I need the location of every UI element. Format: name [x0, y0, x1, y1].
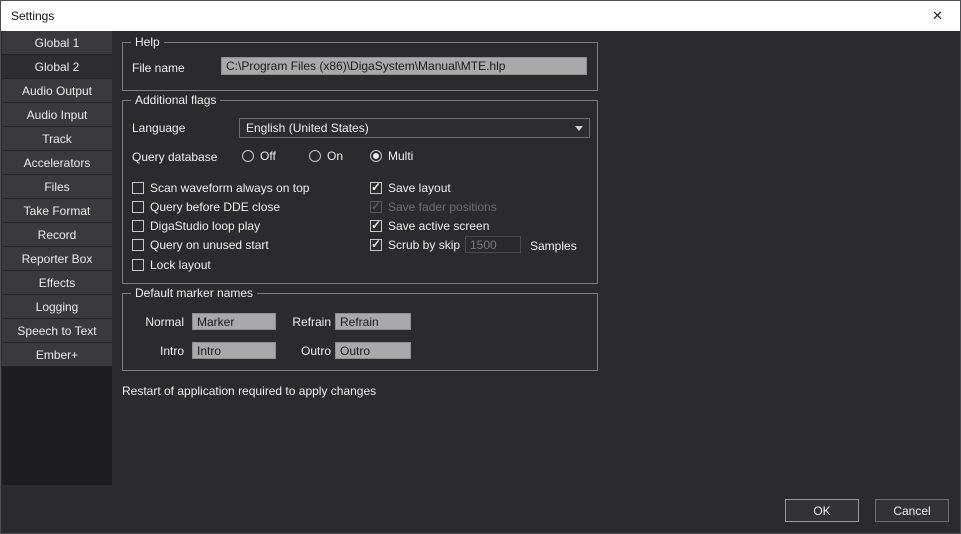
radio-query-on[interactable]: On [309, 149, 343, 163]
checkbox-label: Scrub by skip [388, 238, 460, 252]
checkbox-label: Save layout [388, 181, 451, 195]
additional-flags-legend: Additional flags [131, 93, 220, 107]
sidebar-item-global-1[interactable]: Global 1 [2, 31, 112, 55]
default-marker-names-legend: Default marker names [131, 286, 257, 300]
checkbox-icon [370, 239, 382, 251]
checkbox-icon [132, 259, 144, 271]
marker-intro-input[interactable] [192, 342, 276, 359]
sidebar-item-global-2[interactable]: Global 2 [2, 55, 112, 79]
radio-label: Off [260, 149, 276, 163]
ok-button[interactable]: OK [785, 499, 859, 522]
radio-label: Multi [388, 149, 413, 163]
radio-icon [370, 150, 382, 162]
sidebar-item-speech-to-text[interactable]: Speech to Text [2, 319, 112, 343]
checkbox-label: Query on unused start [150, 238, 269, 252]
checkbox-digastudio-loop-play[interactable]: DigaStudio loop play [132, 219, 260, 233]
checkbox-lock-layout[interactable]: Lock layout [132, 258, 211, 272]
default-marker-names-group: Default marker names Normal Refrain Intr… [122, 293, 598, 371]
help-group-legend: Help [131, 35, 164, 49]
checkbox-icon [132, 201, 144, 213]
checkbox-label: Save fader positions [388, 200, 497, 214]
sidebar-item-track[interactable]: Track [2, 127, 112, 151]
checkbox-save-layout[interactable]: Save layout [370, 181, 451, 195]
window-title: Settings [1, 9, 54, 23]
marker-refrain-input[interactable] [335, 313, 411, 330]
sidebar-item-logging[interactable]: Logging [2, 295, 112, 319]
sidebar: Global 1 Global 2 Audio Output Audio Inp… [2, 31, 112, 485]
sidebar-item-record[interactable]: Record [2, 223, 112, 247]
checkbox-label: Save active screen [388, 219, 489, 233]
radio-icon [309, 150, 321, 162]
file-name-label: File name [132, 61, 185, 75]
checkbox-label: Scan waveform always on top [150, 181, 309, 195]
marker-normal-label: Normal [132, 315, 184, 329]
sidebar-item-effects[interactable]: Effects [2, 271, 112, 295]
marker-outro-input[interactable] [335, 342, 411, 359]
help-group: Help File name [122, 42, 598, 91]
restart-note: Restart of application required to apply… [122, 384, 376, 398]
language-dropdown[interactable]: English (United States) [239, 118, 590, 138]
file-name-input[interactable] [221, 57, 587, 75]
checkbox-query-before-dde-close[interactable]: Query before DDE close [132, 200, 280, 214]
sidebar-item-audio-output[interactable]: Audio Output [2, 79, 112, 103]
checkbox-save-active-screen[interactable]: Save active screen [370, 219, 489, 233]
checkbox-label: DigaStudio loop play [150, 219, 260, 233]
cancel-button[interactable]: Cancel [875, 499, 949, 522]
radio-query-off[interactable]: Off [242, 149, 276, 163]
checkbox-icon [132, 239, 144, 251]
settings-dialog: Settings ✕ Global 1 Global 2 Audio Outpu… [0, 0, 961, 534]
sidebar-item-take-format[interactable]: Take Format [2, 199, 112, 223]
samples-label: Samples [530, 239, 577, 253]
sidebar-item-reporter-box[interactable]: Reporter Box [2, 247, 112, 271]
radio-label: On [327, 149, 343, 163]
chevron-down-icon [575, 126, 583, 131]
checkbox-scan-waveform-always-on-top[interactable]: Scan waveform always on top [132, 181, 309, 195]
radio-icon [242, 150, 254, 162]
sidebar-item-accelerators[interactable]: Accelerators [2, 151, 112, 175]
checkbox-query-on-unused-start[interactable]: Query on unused start [132, 238, 269, 252]
radio-query-multi[interactable]: Multi [370, 149, 413, 163]
language-selected-value: English (United States) [246, 121, 575, 135]
close-icon[interactable]: ✕ [915, 1, 960, 31]
marker-refrain-label: Refrain [283, 315, 331, 329]
checkbox-scrub-by-skip[interactable]: Scrub by skip [370, 238, 460, 252]
scrub-samples-input[interactable] [465, 236, 521, 253]
marker-intro-label: Intro [132, 344, 184, 358]
query-database-label: Query database [132, 150, 217, 164]
sidebar-item-audio-input[interactable]: Audio Input [2, 103, 112, 127]
titlebar: Settings ✕ [1, 1, 960, 31]
checkbox-save-fader-positions: Save fader positions [370, 200, 497, 214]
checkbox-icon [370, 182, 382, 194]
marker-normal-input[interactable] [192, 313, 276, 330]
checkbox-icon [370, 220, 382, 232]
additional-flags-group: Additional flags Language English (Unite… [122, 100, 598, 284]
sidebar-item-ember[interactable]: Ember+ [2, 343, 112, 367]
checkbox-label: Query before DDE close [150, 200, 280, 214]
checkbox-icon [132, 220, 144, 232]
sidebar-item-files[interactable]: Files [2, 175, 112, 199]
marker-outro-label: Outro [283, 344, 331, 358]
checkbox-icon [132, 182, 144, 194]
checkbox-icon [370, 201, 382, 213]
checkbox-label: Lock layout [150, 258, 211, 272]
language-label: Language [132, 121, 185, 135]
